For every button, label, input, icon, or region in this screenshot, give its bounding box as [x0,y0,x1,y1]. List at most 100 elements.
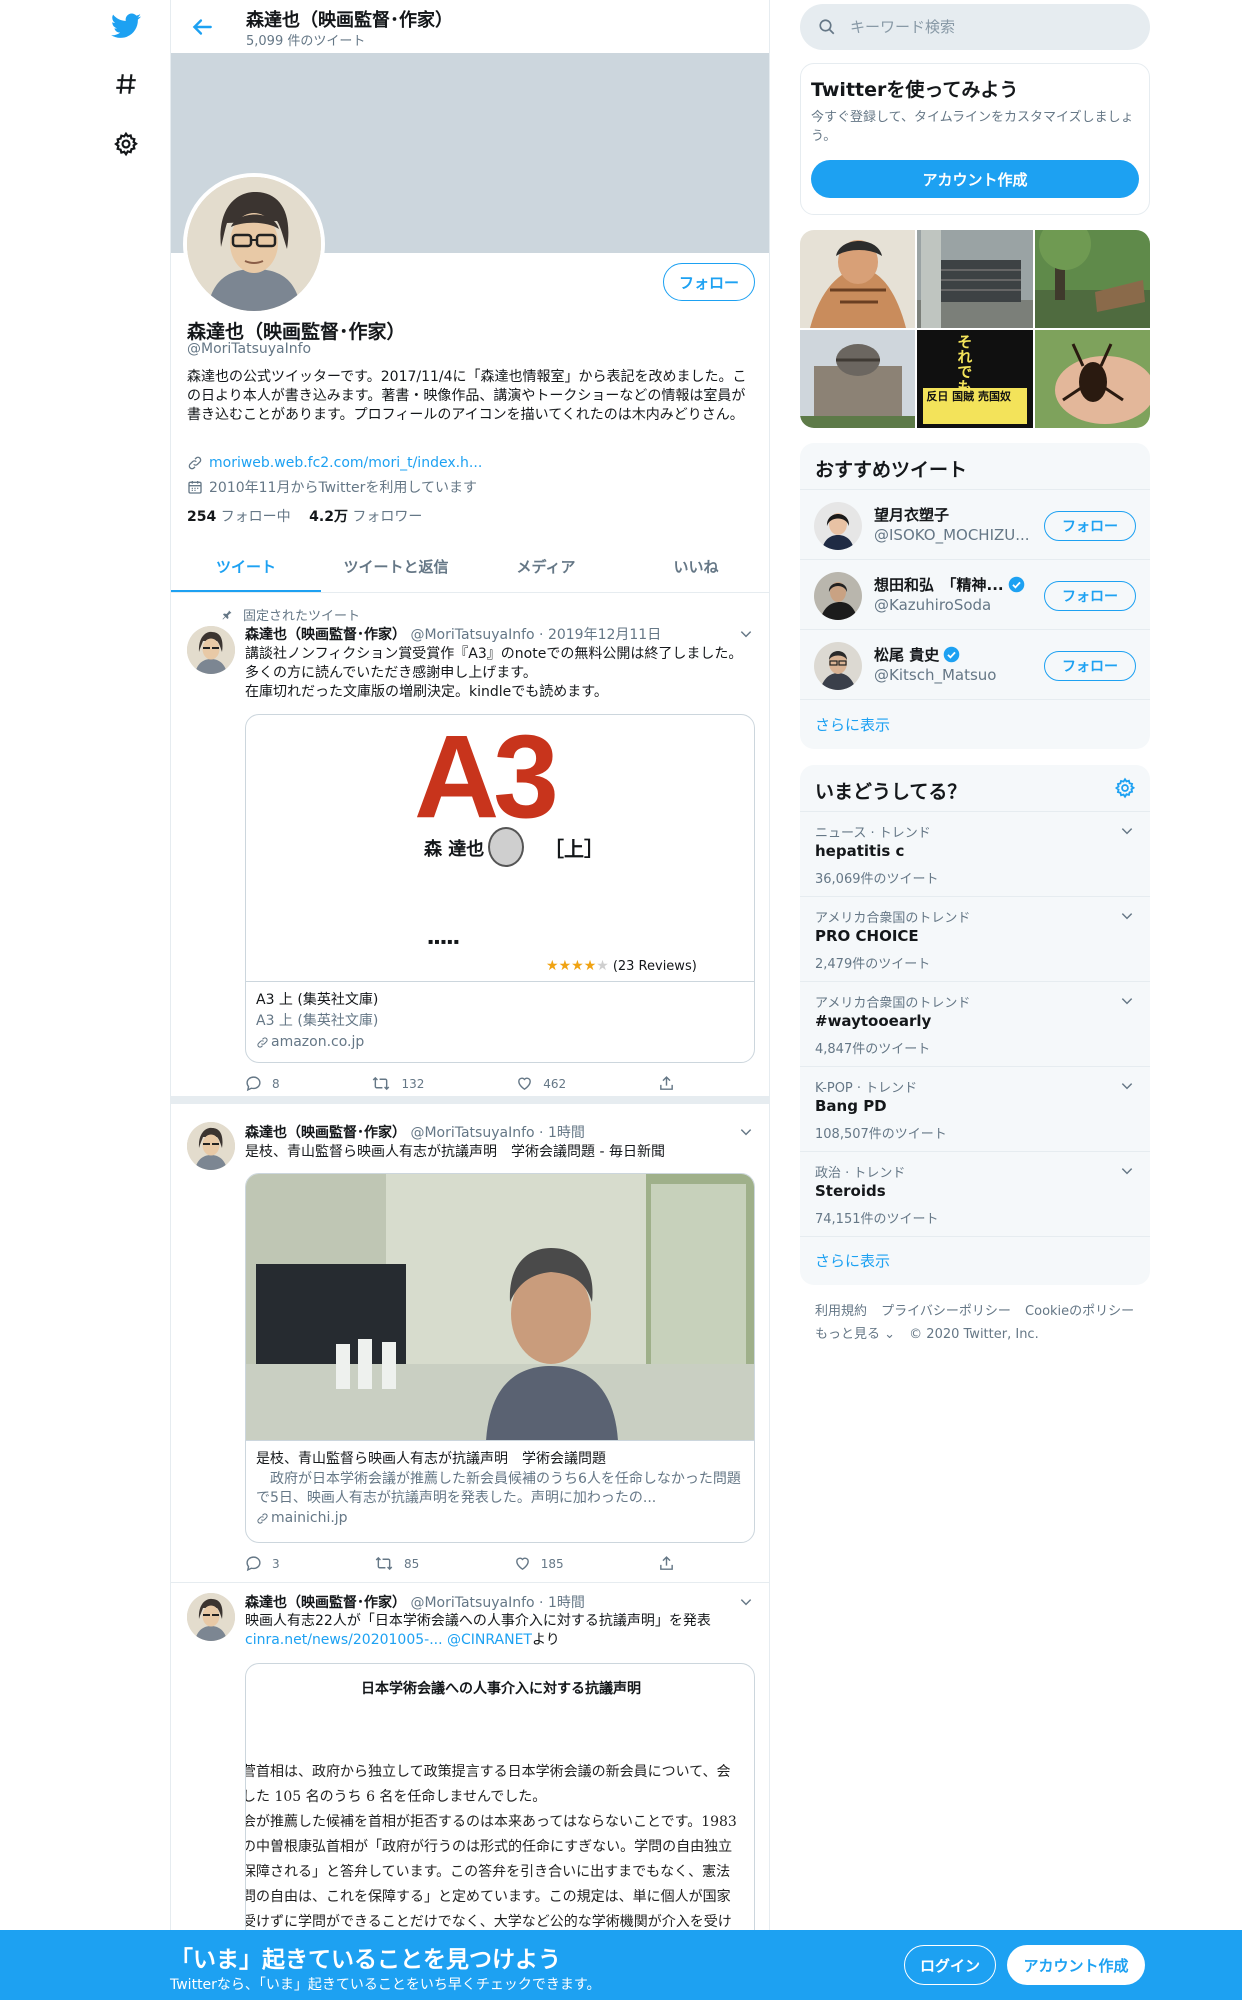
tweet-author-handle[interactable]: @MoriTatsuyaInfo [410,627,534,643]
tweet-timestamp[interactable]: 1時間 [548,1595,585,1611]
chevron-down-icon[interactable] [1120,994,1134,1008]
calendar-icon [187,479,203,495]
chevron-down-icon[interactable] [739,1125,753,1139]
tweet-author-handle[interactable]: @MoriTatsuyaInfo [410,1125,534,1141]
media-thumbnail[interactable] [917,230,1033,328]
pinned-label-row: 固定されたツイート [221,605,360,624]
tab-tweets[interactable]: ツイート [171,543,321,592]
header-tweet-count: 5,099 件のツイート [246,34,366,49]
profile-website-link[interactable]: moriweb.web.fc2.com/mori_t/index.h... [209,455,482,471]
media-thumbnail[interactable] [800,230,916,328]
tweet-item[interactable]: 森達也（映画監督･作家） @MoriTatsuyaInfo · 1時間 是枝、青… [171,1112,769,1583]
followers-link[interactable]: 4.2万 フォロワー [309,509,422,525]
chevron-down-icon[interactable] [1120,824,1134,838]
user-avatar[interactable] [814,572,862,620]
media-thumbnail[interactable] [1034,330,1150,428]
tweet-actions: 3 85 185 [245,1555,675,1572]
tweet-author-handle[interactable]: @MoriTatsuyaInfo [410,1595,534,1611]
tweet-author-avatar[interactable] [187,1122,235,1170]
media-thumbnail-book[interactable]: それでも 反日 国賊 売国奴 [917,330,1033,428]
search-input[interactable] [850,18,1110,36]
retweet-button[interactable]: 85 [374,1555,419,1572]
tweet-link[interactable]: cinra.net/news/20201005-... [245,1632,443,1648]
tweet-author-name[interactable]: 森達也（映画監督･作家） [245,1125,406,1141]
create-account-button[interactable]: アカウント作成 [811,160,1139,198]
trend-item[interactable]: K-POP · トレンド Bang PD 108,507件のツイート [800,1066,1150,1151]
chevron-down-icon[interactable] [1120,909,1134,923]
footer-links: 利用規約 プライバシーポリシー Cookieのポリシー もっと見る ⌄ © 20… [815,1300,1145,1346]
tab-tweets-and-replies[interactable]: ツイートと返信 [321,543,471,592]
profile-avatar[interactable] [183,173,325,315]
recommended-user[interactable]: 想田和弘 「精神... @KazuhiroSoda フォロー [800,559,1150,629]
profile-tabs: ツイート ツイートと返信 メディア いいね [171,543,769,593]
following-link[interactable]: 254 フォロー中 [187,509,291,525]
tweet-timestamp[interactable]: 1時間 [548,1125,585,1141]
reply-button[interactable]: 8 [245,1075,280,1092]
chevron-down-icon[interactable] [739,627,753,641]
rating-reviews: (23 Reviews) [612,958,697,974]
user-avatar[interactable] [814,642,862,690]
trend-count: 74,151件のツイート [815,1212,939,1227]
tweet-mention[interactable]: @CINRANET [447,1632,532,1648]
twitter-logo-icon[interactable] [110,10,142,42]
tweet-author-avatar[interactable] [187,1593,235,1641]
trend-item[interactable]: ニュース · トレンド hepatitis c 36,069件のツイート [800,811,1150,896]
trend-name: Bang PD [815,1097,887,1115]
tab-likes[interactable]: いいね [621,543,769,592]
follow-button[interactable]: フォロー [1044,581,1136,611]
trend-name: Steroids [815,1182,886,1200]
profile-website-row: moriweb.web.fc2.com/mori_t/index.h... [187,455,482,471]
tweet-timestamp[interactable]: 2019年12月11日 [548,627,661,643]
rating-star: ★ [546,958,559,974]
follow-button[interactable]: フォロー [1044,511,1136,541]
recommended-user[interactable]: 松尾 貴史 @Kitsch_Matsuo フォロー [800,629,1150,699]
chevron-down-icon[interactable] [1120,1079,1134,1093]
cover-dots: ▪▪▪▪▪ [428,937,461,946]
explore-hashtag-icon[interactable] [110,68,142,100]
back-arrow-icon[interactable] [189,14,215,40]
tweet-author-name[interactable]: 森達也（映画監督･作家） [245,1595,406,1611]
follow-button[interactable]: フォロー [663,263,755,301]
link-card[interactable]: 是枝、青山監督ら映画人有志が抗議声明 学術会議問題 政府が日本学術会議が推薦した… [245,1173,755,1543]
tweet-author-name[interactable]: 森達也（映画監督･作家） [245,627,406,643]
rating-stars: ★★★★★ [546,958,609,974]
recommended-title: おすすめツイート [815,459,968,481]
search-bar[interactable] [800,4,1150,50]
signup-button[interactable]: アカウント作成 [1007,1945,1145,1985]
card-image-photo [246,1174,754,1441]
media-thumbnail[interactable] [800,330,916,428]
tweet-author-avatar[interactable] [187,626,235,674]
media-thumbnail[interactable] [1034,230,1150,328]
user-handle: @Kitsch_Matsuo [874,666,997,684]
trend-category: アメリカ合衆国のトレンド [815,996,971,1011]
recommended-user[interactable]: 望月衣塑子 @ISOKO_MOCHIZU... フォロー [800,489,1150,559]
footer-more-link[interactable]: もっと見る ⌄ [815,1327,895,1342]
footer-privacy-link[interactable]: プライバシーポリシー [881,1304,1011,1319]
follow-button[interactable]: フォロー [1044,651,1136,681]
trends-footer: さらに表示 [800,1236,1150,1285]
show-more-link[interactable]: さらに表示 [815,714,890,735]
footer-cookie-link[interactable]: Cookieのポリシー [1025,1304,1134,1319]
chevron-down-icon[interactable] [1120,1164,1134,1178]
footer-terms-link[interactable]: 利用規約 [815,1304,867,1319]
show-more-link[interactable]: さらに表示 [815,1250,890,1271]
bottom-bar-title: 「いま」起きていることを見つけよう [170,1947,561,1973]
share-button[interactable] [658,1075,675,1092]
trends-settings-gear-icon[interactable] [1114,777,1136,799]
trend-item[interactable]: 政治 · トレンド Steroids 74,151件のツイート [800,1151,1150,1236]
user-avatar[interactable] [814,502,862,550]
tab-media[interactable]: メディア [471,543,621,592]
chevron-down-icon[interactable] [739,1595,753,1609]
like-button[interactable]: 462 [516,1075,566,1092]
settings-gear-icon[interactable] [110,128,142,160]
trend-item[interactable]: アメリカ合衆国のトレンド #waytooearly 4,847件のツイート [800,981,1150,1066]
link-card[interactable]: A3 森 達也 ［上］ ▪▪▪▪▪ ★★★★★ (23 Reviews) A3 … [245,714,755,1063]
share-button[interactable] [658,1555,675,1572]
login-button[interactable]: ログイン [904,1945,996,1985]
trend-item[interactable]: アメリカ合衆国のトレンド PRO CHOICE 2,479件のツイート [800,896,1150,981]
reply-button[interactable]: 3 [245,1555,280,1572]
like-button[interactable]: 185 [514,1555,564,1572]
retweet-button[interactable]: 132 [371,1075,424,1092]
tweet-item[interactable]: 固定されたツイート 森達也（映画監督･作家） @MoriTatsuyaInfo … [171,594,769,1104]
card-title: A3 上 (集英社文庫) [256,992,379,1008]
